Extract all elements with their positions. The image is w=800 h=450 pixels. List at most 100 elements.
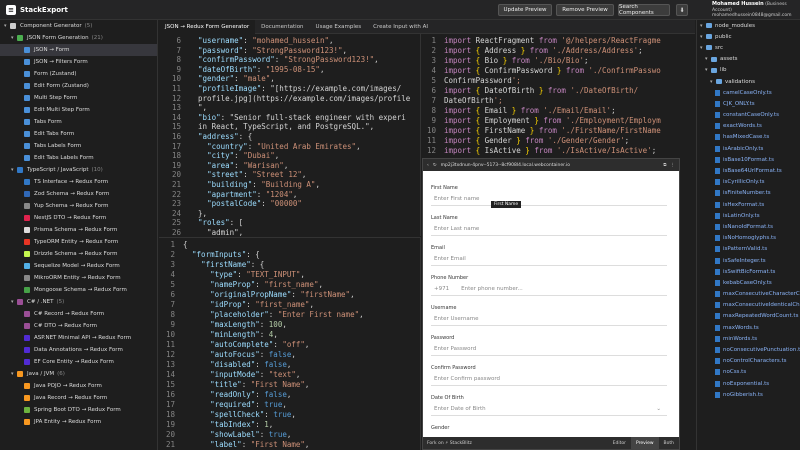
file-item[interactable]: isHexFormat.ts	[697, 199, 800, 210]
sidebar-item[interactable]: C# DTO → Redux Form	[0, 320, 157, 332]
folder-item[interactable]: ▾ validations	[697, 76, 800, 87]
sidebar-item[interactable]: ASP.NET Minimal API → Redux Form	[0, 332, 157, 344]
sidebar-item[interactable]: Sequelize Model → Redux Form	[0, 260, 157, 272]
footer-tab-editor[interactable]: Editor	[608, 437, 631, 449]
footer-tab-both[interactable]: Both	[659, 437, 679, 449]
sidebar-item[interactable]: Yup Schema → Redux Form	[0, 200, 157, 212]
sidebar-item[interactable]: Form (Zustand)	[0, 68, 157, 80]
file-item[interactable]: kebabCaseOnly.ts	[697, 277, 800, 288]
file-item[interactable]: isArabicOnly.ts	[697, 143, 800, 154]
file-item[interactable]: maxConsecutiveCharacterClass.ts	[697, 289, 800, 300]
file-item[interactable]: isCyrillicOnly.ts	[697, 177, 800, 188]
more-icon[interactable]: ⋮	[671, 163, 676, 168]
reload-icon[interactable]: ↻	[433, 163, 437, 168]
tab-0[interactable]: JSON → Redux Form Generator	[159, 20, 256, 34]
file-item[interactable]: isBase10Format.ts	[697, 154, 800, 165]
sidebar-item[interactable]: MikroORM Entity → Redux Form	[0, 272, 157, 284]
file-item[interactable]: isLatinOnly.ts	[697, 210, 800, 221]
tab-1[interactable]: Documentation	[255, 20, 309, 34]
sidebar-item[interactable]: ▾ TypeScript / JavaScript (10)	[0, 164, 157, 176]
sidebar-item[interactable]: Data Annotations → Redux Form	[0, 344, 157, 356]
json-editor-bottom[interactable]: 1 2 3 4 5 6 7 8 9 10 11 12 13 14 15 16 1…	[159, 237, 421, 450]
open-external-icon[interactable]: ⧉	[663, 162, 666, 168]
footer-tab-preview[interactable]: Preview	[631, 437, 659, 449]
file-item[interactable]: noConsecutivePunctuation.ts	[697, 344, 800, 355]
back-icon[interactable]: ‹	[427, 163, 429, 168]
search-components-button[interactable]: Search Components	[618, 4, 670, 16]
form-input[interactable]: Enter Date of Birth ⌄	[431, 403, 667, 416]
sidebar-item[interactable]: Multi Step Form	[0, 92, 157, 104]
sidebar-item[interactable]: Edit Multi Step Form	[0, 104, 157, 116]
file-item[interactable]: noCss.ts	[697, 367, 800, 378]
phone-prefix[interactable]: +971	[434, 286, 449, 292]
folder-item[interactable]: ▾ public	[697, 31, 800, 42]
sidebar-item[interactable]: JSON → Filters Form	[0, 56, 157, 68]
file-item[interactable]: isSwiftBicFormat.ts	[697, 266, 800, 277]
file-item[interactable]: maxConsecutiveIdenticalCharacters.ts	[697, 300, 800, 311]
download-icon[interactable]: ⬇	[676, 4, 688, 16]
file-item[interactable]: maxRepeatedWordCount.ts	[697, 311, 800, 322]
file-item[interactable]: constantCaseOnly.ts	[697, 110, 800, 121]
user-info[interactable]: Mohamed Hussein (Business Account) moham…	[712, 1, 800, 19]
json-editor-top[interactable]: 6 7 8 9 10 11 12 13 14 15 16 17 18 19 20…	[159, 34, 421, 236]
file-item[interactable]: noGibberish.ts	[697, 389, 800, 400]
sidebar-item[interactable]: Edit Tabs Labels Form	[0, 152, 157, 164]
sidebar-item[interactable]: Edit Tabs Form	[0, 128, 157, 140]
folder-item[interactable]: ▾ src	[697, 42, 800, 53]
sidebar-item[interactable]: ▾ Java / JVM (6)	[0, 368, 157, 380]
sidebar-item[interactable]: Spring Boot DTO → Redux Form	[0, 404, 157, 416]
file-item[interactable]: minWords.ts	[697, 333, 800, 344]
sidebar-item[interactable]: Drizzle Schema → Redux Form	[0, 248, 157, 260]
folder-item[interactable]: ▾ node_modules	[697, 20, 800, 31]
form-input[interactable]: Enter Confirm password	[431, 373, 667, 386]
stackblitz-link[interactable]: Fork on ⚡ StackBlitz	[427, 441, 472, 446]
sidebar-item[interactable]: NestJS DTO → Redux Form	[0, 212, 157, 224]
file-item[interactable]: noControlCharacters.ts	[697, 356, 800, 367]
file-item[interactable]: noExponential.ts	[697, 378, 800, 389]
file-item[interactable]: CJK_ONLY.ts	[697, 98, 800, 109]
update-preview-button[interactable]: Update Preview	[498, 4, 552, 16]
sidebar-item[interactable]: ▾ JSON Form Generation (21)	[0, 32, 157, 44]
sidebar-item[interactable]: JPA Entity → Redux Form	[0, 416, 157, 428]
form-input[interactable]: Enter Username	[431, 313, 667, 326]
sidebar-item[interactable]: JSON → Form	[0, 44, 157, 56]
form-input[interactable]: Enter Last name	[431, 223, 667, 236]
file-item[interactable]: isSafeInteger.ts	[697, 255, 800, 266]
form-input[interactable]: Enter Password	[431, 343, 667, 356]
file-item[interactable]: isPatternValid.ts	[697, 244, 800, 255]
sidebar-item-label: Spring Boot DTO → Redux Form	[34, 407, 121, 413]
sidebar-item[interactable]: TypeORM Entity → Redux Form	[0, 236, 157, 248]
sidebar-item[interactable]: C# Record → Redux Form	[0, 308, 157, 320]
remove-preview-button[interactable]: Remove Preview	[556, 4, 614, 16]
folder-item[interactable]: ▾ lib	[697, 65, 800, 76]
sidebar-item[interactable]: Java POJO → Redux Form	[0, 380, 157, 392]
app-logo[interactable]: ≡ StackExport	[0, 4, 68, 15]
sidebar-item[interactable]: EF Core Entity → Redux Form	[0, 356, 157, 368]
sidebar-item[interactable]: Tabs Form	[0, 116, 157, 128]
sidebar-item[interactable]: ▾ Component Generator (5)	[0, 20, 157, 32]
folder-item[interactable]: ▾ assets	[697, 54, 800, 65]
sidebar-item[interactable]: TS Interface → Redux Form	[0, 176, 157, 188]
sidebar-item[interactable]: Java Record → Redux Form	[0, 392, 157, 404]
file-item[interactable]: exactWords.ts	[697, 121, 800, 132]
file-item[interactable]: isNanoIdFormat.ts	[697, 221, 800, 232]
form-input[interactable]: Enter Email	[431, 253, 667, 266]
preview-url[interactable]: mp2j3txdnun-4pnv--5173--8cf908l4.local.w…	[441, 163, 660, 168]
sidebar-item[interactable]: Tabs Labels Form	[0, 140, 157, 152]
sidebar-item[interactable]: Zod Schema → Redux Form	[0, 188, 157, 200]
file-item[interactable]: isBase64UrlFormat.ts	[697, 165, 800, 176]
sidebar-item[interactable]: Edit Form (Zustand)	[0, 80, 157, 92]
file-item[interactable]: isFiniteNumber.ts	[697, 188, 800, 199]
form-input[interactable]: +971 Enter phone number...	[431, 283, 667, 296]
file-item[interactable]: hasMixedCase.ts	[697, 132, 800, 143]
tab-3[interactable]: Create Input with AI	[367, 20, 434, 34]
sidebar-item[interactable]: Prisma Schema → Redux Form	[0, 224, 157, 236]
file-item[interactable]: isNoHomoglyphs.ts	[697, 233, 800, 244]
sidebar-item[interactable]: ▾ C# / .NET (5)	[0, 296, 157, 308]
sidebar-item[interactable]: Mongoose Schema → Redux Form	[0, 284, 157, 296]
tab-2[interactable]: Usage Examples	[310, 20, 368, 34]
file-item[interactable]: camelCaseOnly.ts	[697, 87, 800, 98]
tsx-editor[interactable]: 1 2 3 4 5 6 7 8 9 10 11 12 import ReactF…	[422, 34, 680, 158]
form-input[interactable]: Enter First name	[431, 193, 667, 206]
file-item[interactable]: maxWords.ts	[697, 322, 800, 333]
